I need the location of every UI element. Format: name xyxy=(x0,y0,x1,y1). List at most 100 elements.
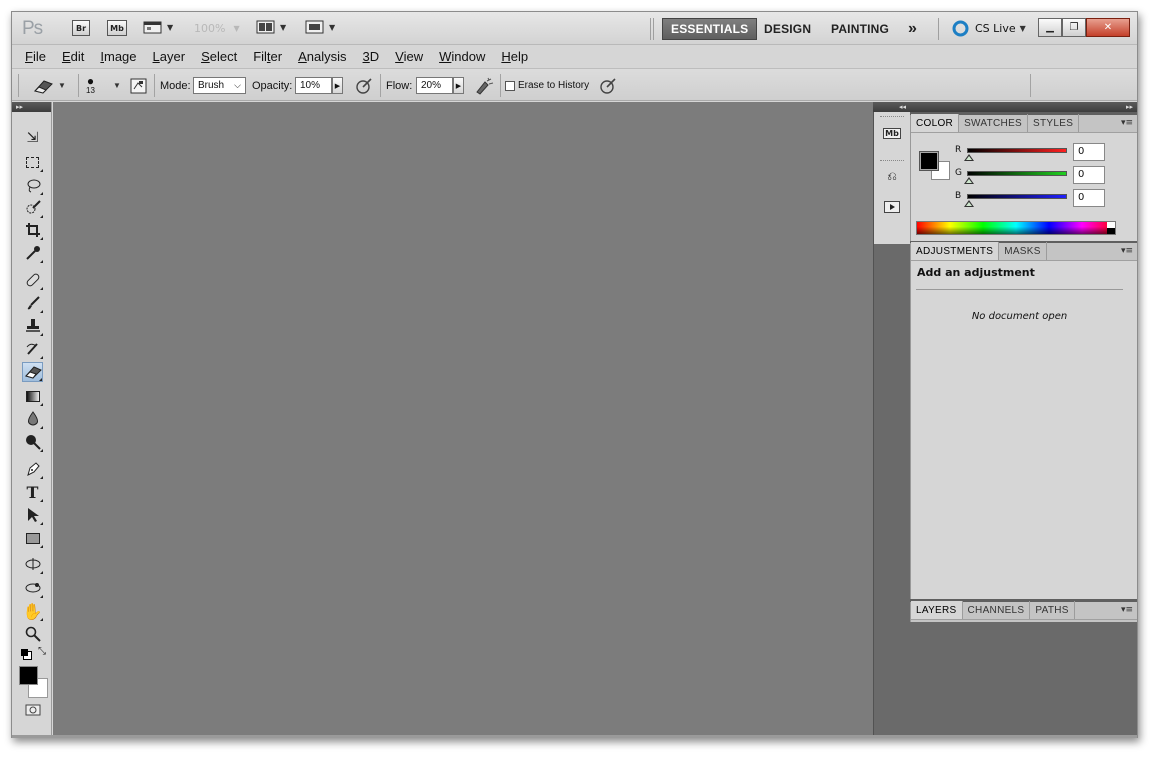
quick-selection-tool[interactable] xyxy=(22,198,43,218)
green-value-input[interactable]: 0 xyxy=(1073,166,1105,184)
menu-filter[interactable]: Filter xyxy=(253,49,282,64)
tab-layers[interactable]: LAYERS xyxy=(911,601,963,619)
slider-thumb-icon[interactable] xyxy=(964,200,974,207)
menu-help[interactable]: Help xyxy=(501,49,528,64)
flow-field[interactable]: 20% ▶ xyxy=(416,69,464,102)
marquee-tool[interactable] xyxy=(22,152,43,172)
workspace-painting-button[interactable]: PAINTING xyxy=(823,18,897,40)
workspace-essentials-button[interactable]: ESSENTIALS xyxy=(662,18,758,40)
screen-mode-button[interactable]: ▼ xyxy=(305,20,335,35)
opacity-input[interactable]: 10% xyxy=(295,77,332,94)
menu-window[interactable]: Window xyxy=(439,49,485,64)
shape-tool[interactable] xyxy=(22,528,43,548)
foreground-color-swatch[interactable] xyxy=(19,666,38,685)
gradient-tool[interactable] xyxy=(22,386,43,406)
toggle-brush-panel-button[interactable] xyxy=(130,69,147,102)
color-spectrum-ramp[interactable] xyxy=(916,221,1116,235)
hand-tool[interactable]: ✋ xyxy=(22,601,43,621)
panel-dock-header[interactable]: ▸▸ xyxy=(910,102,1137,112)
brush-tool[interactable] xyxy=(22,293,43,313)
tools-panel-header[interactable]: ▸▸ xyxy=(12,102,51,112)
flow-input[interactable]: 20% xyxy=(416,77,453,94)
menu-edit[interactable]: Edit xyxy=(62,49,84,64)
eraser-pressure-button[interactable] xyxy=(599,69,617,102)
tab-styles[interactable]: STYLES xyxy=(1028,114,1080,132)
default-colors-button[interactable] xyxy=(18,646,30,658)
airbrush-button[interactable] xyxy=(474,69,494,102)
blue-value-input[interactable]: 0 xyxy=(1073,189,1105,207)
green-track[interactable] xyxy=(967,171,1067,176)
eyedropper-tool[interactable] xyxy=(22,243,43,263)
tool-preset-picker[interactable]: ▼ xyxy=(32,69,66,102)
slider-thumb-icon[interactable] xyxy=(964,177,974,184)
swap-colors-button[interactable]: ⤡ xyxy=(36,645,48,657)
pen-tool[interactable] xyxy=(22,459,43,479)
minimize-button[interactable]: ▁ xyxy=(1038,18,1062,37)
clone-stamp-tool[interactable] xyxy=(22,316,43,336)
healing-brush-tool[interactable] xyxy=(22,270,43,290)
panel-menu-icon[interactable]: ▾≡ xyxy=(1121,605,1133,615)
panel-menu-icon[interactable]: ▾≡ xyxy=(1121,118,1133,128)
3d-rotate-tool[interactable] xyxy=(22,554,43,574)
actions-panel-button[interactable] xyxy=(883,199,901,215)
tab-color[interactable]: COLOR xyxy=(911,114,960,132)
view-extras-button[interactable]: ▼ xyxy=(143,20,173,35)
opacity-pressure-button[interactable] xyxy=(355,69,373,102)
move-tool[interactable]: ⇲ xyxy=(22,128,43,148)
maximize-button[interactable]: ❐ xyxy=(1062,18,1086,37)
history-panel-button[interactable]: ⎌ xyxy=(883,168,901,184)
quick-mask-button[interactable] xyxy=(22,700,43,720)
brush-preset-picker[interactable]: ● 13 xyxy=(86,69,95,102)
menu-image[interactable]: Image xyxy=(100,49,136,64)
menu-select[interactable]: Select xyxy=(201,49,237,64)
cs-live-button[interactable]: CS Live ▼ xyxy=(952,20,1026,37)
path-selection-tool[interactable] xyxy=(22,505,43,525)
menu-view[interactable]: View xyxy=(395,49,423,64)
divider xyxy=(380,74,381,97)
menu-layer[interactable]: Layer xyxy=(153,49,186,64)
slider-thumb-icon[interactable] xyxy=(964,154,974,161)
red-value-input[interactable]: 0 xyxy=(1073,143,1105,161)
panel-menu-icon[interactable]: ▾≡ xyxy=(1121,246,1133,256)
close-button[interactable]: ✕ xyxy=(1086,18,1130,37)
tab-channels[interactable]: CHANNELS xyxy=(963,601,1031,619)
history-brush-tool[interactable] xyxy=(22,339,43,359)
triangle-right-icon: ▶ xyxy=(334,82,341,90)
zoom-level-dropdown[interactable]: 100% ▼ xyxy=(194,22,240,35)
launch-bridge-button[interactable]: Br xyxy=(72,20,90,36)
zoom-tool[interactable] xyxy=(22,624,43,644)
erase-to-history-checkbox[interactable]: Erase to History xyxy=(505,69,589,102)
type-tool[interactable]: T xyxy=(22,482,43,502)
mode-select[interactable]: Brush ⌵ xyxy=(193,69,246,102)
tab-paths[interactable]: PATHS xyxy=(1030,601,1075,619)
crop-tool[interactable] xyxy=(22,220,43,240)
opacity-field[interactable]: 10% ▶ xyxy=(295,69,343,102)
red-track[interactable] xyxy=(967,148,1067,153)
3d-orbit-tool[interactable] xyxy=(22,578,43,598)
blur-tool[interactable] xyxy=(22,409,43,429)
opacity-slider-button[interactable]: ▶ xyxy=(332,77,343,94)
launch-mini-bridge-button[interactable]: Mb xyxy=(107,20,127,36)
workspace-design-button[interactable]: DESIGN xyxy=(756,18,819,40)
more-workspaces-button[interactable]: » xyxy=(900,18,925,40)
document-canvas-area[interactable] xyxy=(53,102,873,735)
menu-analysis[interactable]: Analysis xyxy=(298,49,346,64)
tab-adjustments[interactable]: ADJUSTMENTS xyxy=(911,242,1000,260)
arrange-documents-button[interactable]: ▼ xyxy=(256,20,286,35)
blue-slider[interactable]: B 0 xyxy=(955,189,1135,211)
green-slider[interactable]: G 0 xyxy=(955,166,1135,188)
dock-header[interactable]: ◂◂ xyxy=(873,102,910,112)
lasso-tool[interactable] xyxy=(22,175,43,195)
blue-track[interactable] xyxy=(967,194,1067,199)
tab-swatches[interactable]: SWATCHES xyxy=(959,114,1029,132)
mini-bridge-panel-button[interactable]: Mb xyxy=(883,125,901,141)
menu-file[interactable]: File xyxy=(25,49,46,64)
foreground-color-swatch[interactable] xyxy=(919,151,939,171)
menu-3d[interactable]: 3D xyxy=(363,49,380,64)
red-slider[interactable]: R 0 xyxy=(955,143,1135,165)
tab-masks[interactable]: MASKS xyxy=(999,242,1047,260)
dodge-tool[interactable] xyxy=(22,432,43,452)
brush-preset-dropdown[interactable]: ▼ xyxy=(109,69,121,102)
flow-slider-button[interactable]: ▶ xyxy=(453,77,464,94)
eraser-tool[interactable] xyxy=(22,362,43,382)
